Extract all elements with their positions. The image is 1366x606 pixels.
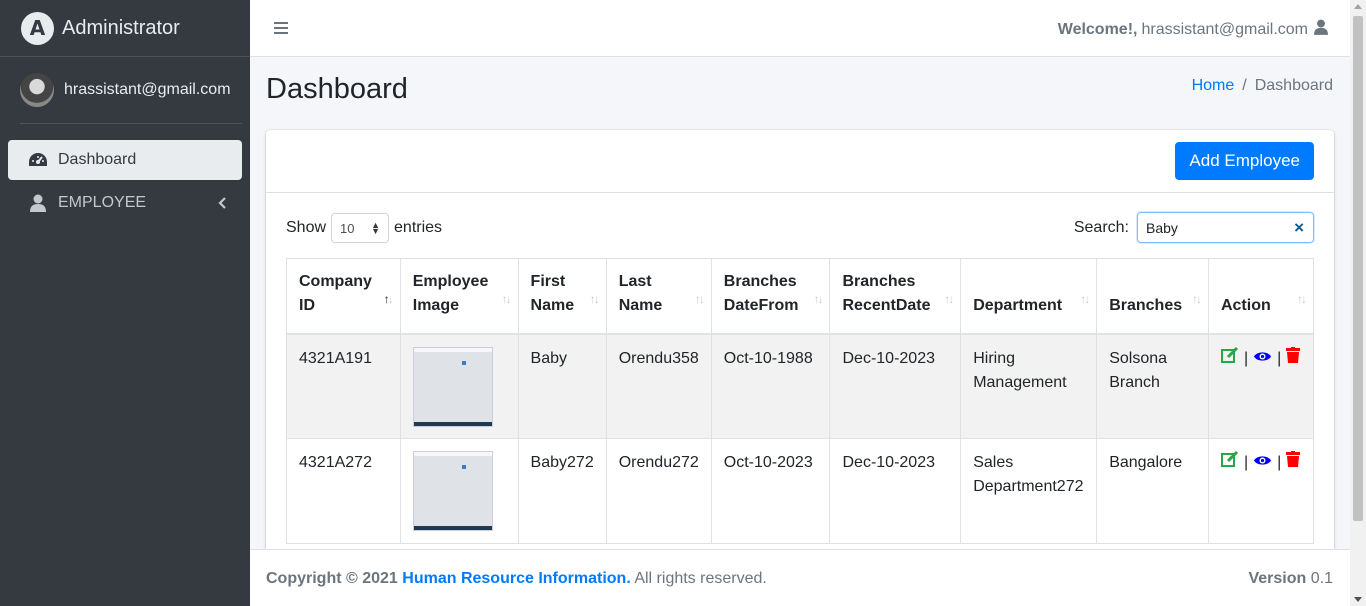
scroll-up-icon[interactable] [1354, 4, 1362, 9]
cell-branch: Solsona Branch [1096, 333, 1209, 439]
sort-icon: ↑↓ [383, 291, 394, 306]
avatar [20, 73, 54, 107]
sidebar-item-employee[interactable]: EMPLOYEE [8, 183, 242, 223]
cell-department: Sales Department272 [960, 438, 1098, 544]
search-label: Search: [1073, 218, 1129, 236]
sort-icon: ↑↓ [1297, 291, 1307, 306]
sidebar: A Administrator hrassistant@gmail.com Da… [0, 0, 250, 606]
search-control: Search: Baby × [1074, 212, 1314, 243]
cell-recent-date: Dec-10-2023 [829, 333, 962, 439]
cell-last-name: Orendu358 [605, 333, 712, 439]
select-caret-icon: ▲ ▼ [371, 220, 381, 236]
sort-icon: ↑↓ [1080, 291, 1090, 306]
column-header-first-name[interactable]: First Name ↑↓ [517, 258, 607, 335]
employee-table: Company ID ↑↓ Employee Image ↑↓ First Name ↑↓ … [286, 258, 1315, 544]
sort-icon: ↑↓ [589, 291, 600, 306]
cell-branch: Bangalore [1096, 438, 1209, 544]
edit-icon[interactable] [1220, 450, 1239, 475]
user-panel[interactable]: hrassistant@gmail.com [20, 57, 242, 124]
column-header-action[interactable]: Action ↑↓ [1207, 258, 1315, 335]
search-input[interactable]: Baby × [1137, 212, 1314, 243]
page-title: Dashboard [266, 73, 408, 105]
table-row: 4321A191 Baby Orendu358 Oct-10-1988 Dec-… [286, 333, 1315, 439]
sidebar-nav: Dashboard EMPLOYEE [0, 124, 250, 223]
cell-actions: | | [1207, 333, 1315, 439]
edit-icon[interactable] [1220, 346, 1239, 371]
sidebar-user-name[interactable]: hrassistant@gmail.com [64, 81, 231, 99]
table-row: 4321A272 Baby272 Orendu272 Oct-10-2023 D… [286, 438, 1315, 544]
view-eye-icon[interactable] [1253, 347, 1272, 371]
sidebar-item-label: EMPLOYEE [58, 194, 147, 211]
entries-label: entries [394, 219, 443, 236]
version: Version 0.1 [1248, 570, 1333, 587]
welcome-label: Welcome!, [1057, 20, 1138, 38]
breadcrumb-current: Dashboard [1254, 77, 1333, 94]
cell-department: Hiring Management [960, 333, 1098, 439]
sort-icon: ↑↓ [1191, 291, 1202, 306]
user-icon [28, 194, 48, 212]
column-header-employee-image[interactable]: Employee Image ↑↓ [399, 258, 519, 335]
cell-actions: | | [1207, 438, 1315, 544]
chevron-left-icon [218, 196, 226, 214]
employee-card: Add Employee Show 10 ▲ ▼ entries Search: … [266, 130, 1334, 560]
copyright: Copyright © 2021 Human Resource Informat… [266, 570, 767, 587]
card-header: Add Employee [266, 130, 1334, 193]
column-header-branches-datefrom[interactable]: Branches DateFrom ↑↓ [710, 258, 831, 335]
column-header-department[interactable]: Department ↑↓ [960, 258, 1098, 335]
view-eye-icon[interactable] [1253, 451, 1272, 475]
org-link[interactable]: Human Resource Information. [402, 570, 630, 587]
cell-last-name: Orendu272 [605, 438, 712, 544]
page-length-select[interactable]: 10 ▲ ▼ [331, 213, 390, 243]
cell-recent-date: Dec-10-2023 [829, 438, 962, 544]
footer: Copyright © 2021 Human Resource Informat… [250, 549, 1350, 606]
cell-company-id: 4321A191 [286, 333, 401, 439]
sort-icon: ↑↓ [944, 291, 954, 306]
breadcrumb: Home / Dashboard [1192, 77, 1333, 95]
vertical-scrollbar[interactable] [1350, 0, 1366, 606]
brand-logo: A [21, 11, 54, 45]
brand-text: Administrator [62, 16, 180, 39]
show-label: Show [286, 219, 327, 236]
sort-icon: ↑↓ [694, 291, 705, 306]
add-employee-button[interactable]: Add Employee [1175, 142, 1314, 180]
scrollbar-thumb[interactable] [1353, 16, 1363, 521]
table-controls: Show 10 ▲ ▼ entries Search: Baby × [266, 193, 1334, 259]
clear-search-icon[interactable]: × [1294, 218, 1304, 238]
employee-photo[interactable] [412, 451, 493, 531]
sort-icon: ↑↓ [813, 291, 823, 306]
sort-icon: ↑↓ [501, 291, 512, 306]
cell-first-name: Baby272 [517, 438, 607, 544]
column-header-company-id[interactable]: Company ID ↑↓ [286, 258, 401, 335]
column-header-last-name[interactable]: Last Name ↑↓ [605, 258, 712, 335]
top-navbar: Welcome!, hrassistant@gmail.com [250, 0, 1350, 57]
delete-trash-icon[interactable] [1286, 346, 1301, 371]
sidebar-item-dashboard[interactable]: Dashboard [8, 140, 242, 180]
column-header-branches-recentdate[interactable]: Branches RecentDate ↑↓ [829, 258, 962, 335]
cell-date-from: Oct-10-1988 [710, 333, 831, 439]
scroll-down-icon[interactable] [1354, 597, 1362, 602]
employee-photo[interactable] [412, 346, 493, 427]
user-icon [1314, 19, 1328, 40]
breadcrumb-home[interactable]: Home [1192, 77, 1235, 94]
column-header-branches[interactable]: Branches ↑↓ [1096, 258, 1209, 335]
cell-first-name: Baby [517, 333, 607, 439]
page-length-control: Show 10 ▲ ▼ entries [286, 213, 442, 243]
brand-link[interactable]: A Administrator [0, 0, 250, 57]
cell-company-id: 4321A272 [286, 438, 401, 544]
cell-employee-image [399, 333, 519, 439]
cell-date-from: Oct-10-2023 [710, 438, 831, 544]
sidebar-item-label: Dashboard [58, 151, 137, 168]
hamburger-menu-icon[interactable] [274, 18, 288, 39]
welcome-email: hrassistant@gmail.com [1141, 20, 1308, 38]
cell-employee-image [399, 438, 519, 544]
delete-trash-icon[interactable] [1286, 451, 1301, 475]
welcome-user[interactable]: Welcome!, hrassistant@gmail.com [1058, 19, 1328, 40]
tachometer-icon [28, 152, 48, 168]
breadcrumb-separator: / [1242, 77, 1247, 94]
